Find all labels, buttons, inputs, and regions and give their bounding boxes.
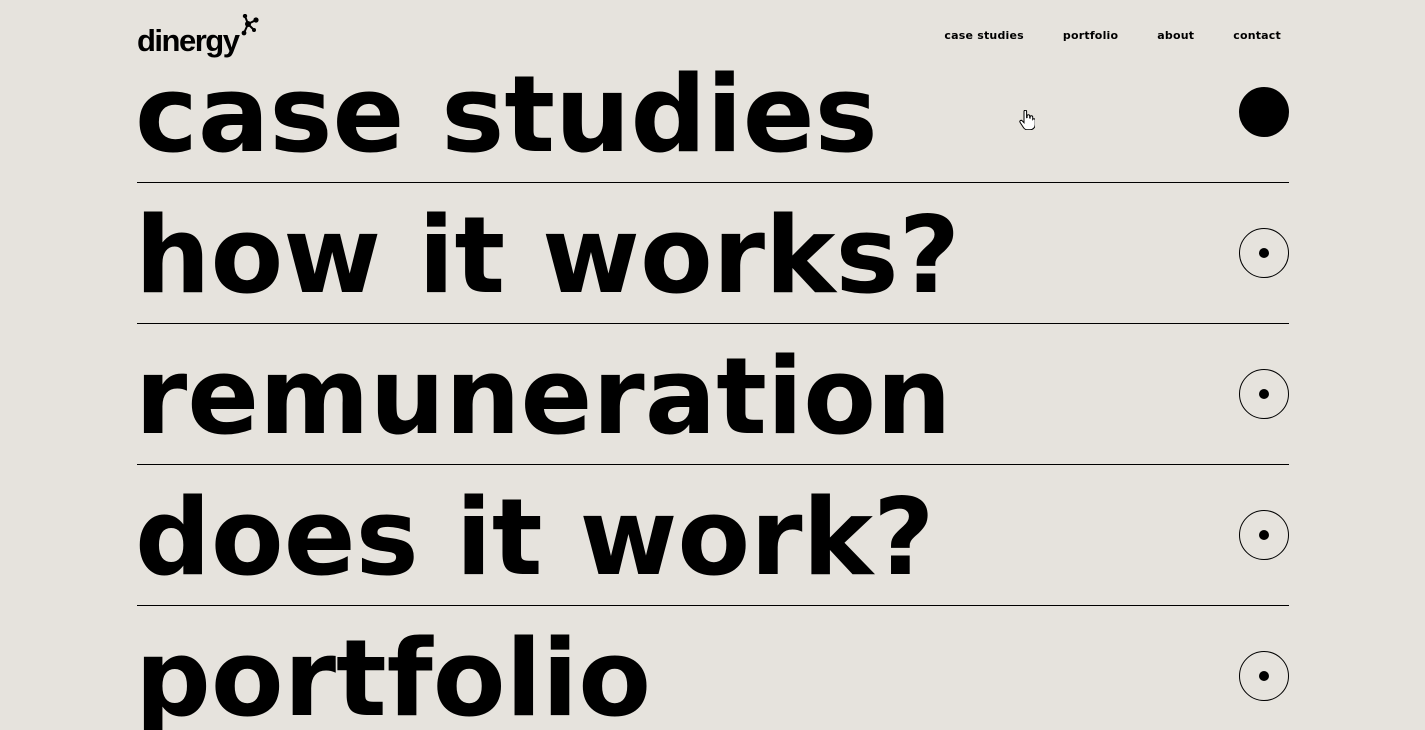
dot-icon [1259, 248, 1269, 258]
section-title: remuneration [135, 335, 952, 458]
section-title: does it work? [135, 476, 935, 599]
section-row-portfolio[interactable]: portfolio [135, 606, 1289, 730]
page: dinergy case studies portfolio about con… [0, 0, 1425, 730]
logo[interactable]: dinergy [137, 14, 259, 58]
nav-item-portfolio[interactable]: portfolio [1063, 29, 1118, 42]
molecule-icon [241, 14, 259, 36]
section-title: case studies [135, 53, 878, 176]
section-row-does-it-work[interactable]: does it work? [135, 465, 1289, 606]
main-nav: case studies portfolio about contact [905, 29, 1281, 42]
section-list: case studies how it works? remuneration … [135, 42, 1289, 730]
section-toggle-button[interactable] [1239, 369, 1289, 419]
section-row-case-studies[interactable]: case studies [135, 42, 1289, 183]
dot-icon [1259, 530, 1269, 540]
section-title: portfolio [135, 617, 652, 730]
section-toggle-button[interactable] [1239, 228, 1289, 278]
section-toggle-button[interactable] [1239, 510, 1289, 560]
section-toggle-button[interactable] [1239, 651, 1289, 701]
logo-wordmark: dinergy [137, 23, 240, 58]
nav-item-about[interactable]: about [1157, 29, 1194, 42]
section-row-how-it-works[interactable]: how it works? [135, 183, 1289, 324]
section-toggle-button[interactable] [1239, 87, 1289, 137]
section-row-remuneration[interactable]: remuneration [135, 324, 1289, 465]
dot-icon [1259, 389, 1269, 399]
dot-icon [1259, 107, 1269, 117]
nav-item-case-studies[interactable]: case studies [944, 29, 1023, 42]
hand-cursor-icon [1019, 110, 1035, 130]
dot-icon [1259, 671, 1269, 681]
section-title: how it works? [135, 194, 961, 317]
site-header: dinergy case studies portfolio about con… [137, 14, 1289, 58]
nav-item-contact[interactable]: contact [1233, 29, 1281, 42]
